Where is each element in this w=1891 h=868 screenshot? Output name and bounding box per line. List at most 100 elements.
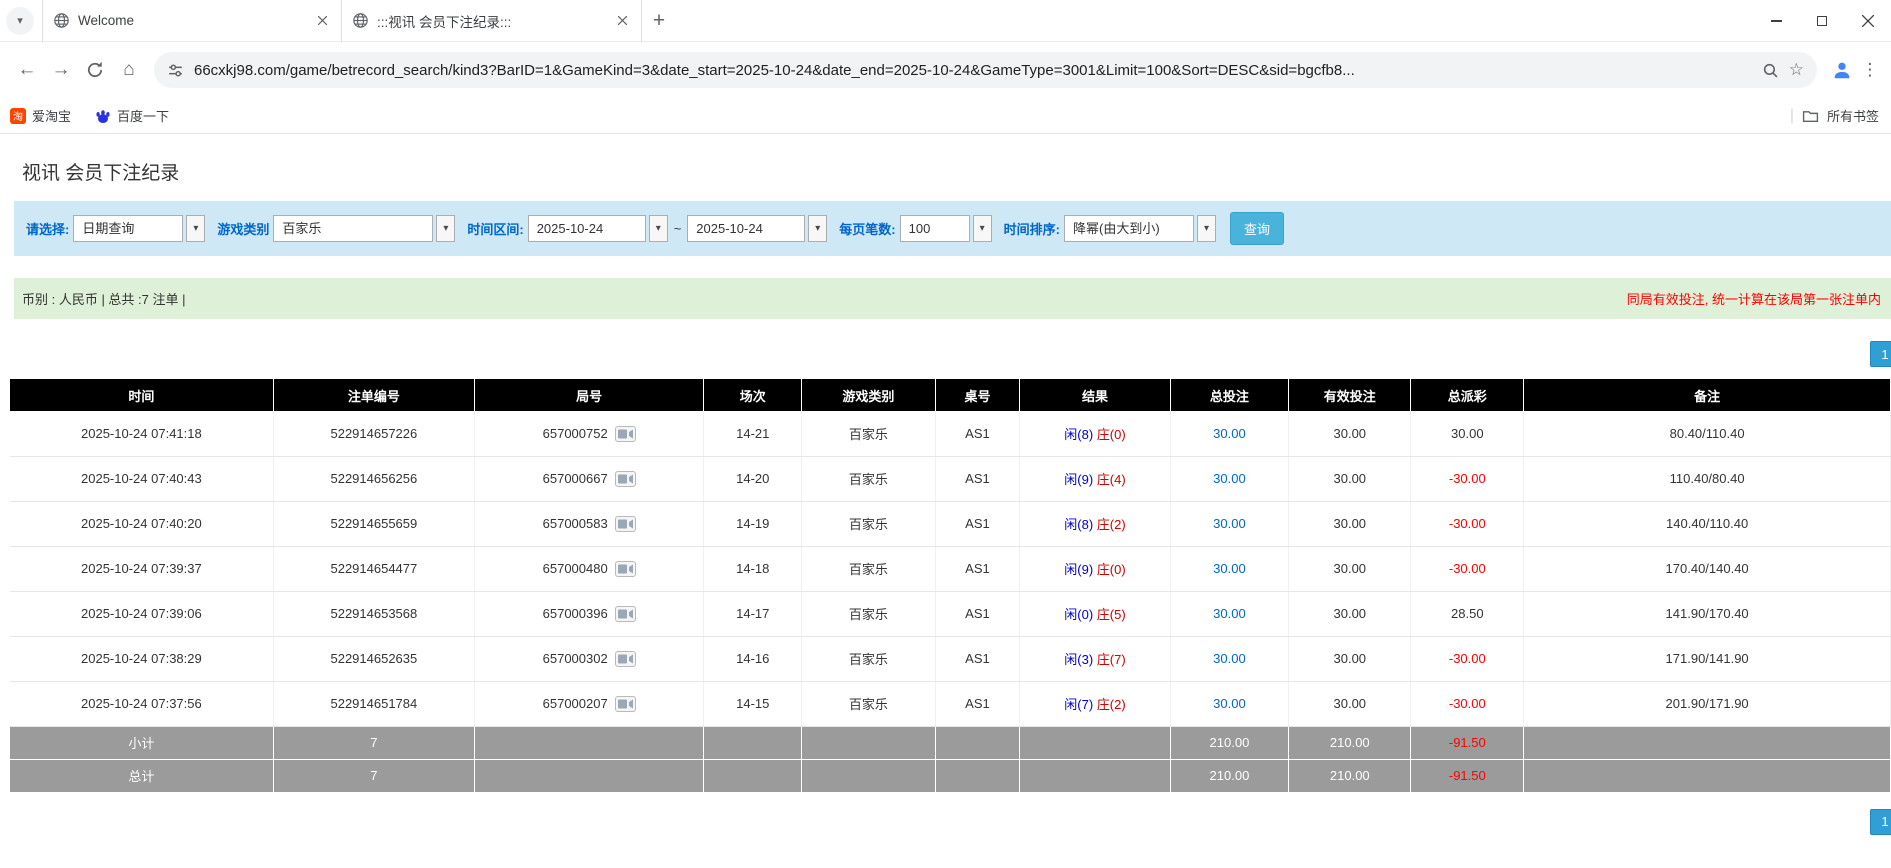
page-1-button[interactable]: 1	[1870, 341, 1891, 367]
round-cell: 657000396	[474, 591, 703, 636]
sort-select[interactable]: 降幂(由大到小) ▾	[1064, 215, 1216, 242]
result-banker: 庄(5)	[1097, 607, 1126, 622]
table-row: 2025-10-24 07:39:37522914654477657000480…	[10, 546, 1891, 591]
summary-empty	[935, 759, 1020, 792]
per-page-value[interactable]: 100	[900, 215, 970, 242]
summary-empty	[1524, 759, 1891, 792]
remark: 80.40/110.40	[1524, 411, 1891, 456]
forward-button[interactable]: →	[44, 53, 78, 87]
summary-valid-bet: 210.00	[1289, 759, 1411, 792]
column-header-9: 总派彩	[1411, 379, 1524, 411]
chevron-down-icon[interactable]: ▾	[436, 215, 455, 242]
bookmarks-right: | 所有书签	[1790, 106, 1881, 125]
chevron-down-icon[interactable]: ▾	[186, 215, 205, 242]
valid-bet: 30.00	[1289, 546, 1411, 591]
home-button[interactable]: ⌂	[112, 53, 146, 87]
chevron-down-icon[interactable]: ▾	[973, 215, 992, 242]
summary-label: 总计	[10, 759, 273, 792]
total-bet-link[interactable]: 30.00	[1170, 456, 1288, 501]
round-number: 657000480	[543, 561, 608, 576]
valid-bet: 30.00	[1289, 681, 1411, 726]
date-start-value[interactable]: 2025-10-24	[528, 215, 646, 242]
bookmark-baidu[interactable]: 百度一下	[95, 106, 169, 125]
table-row: 2025-10-24 07:40:20522914655659657000583…	[10, 501, 1891, 546]
video-replay-icon[interactable]	[615, 606, 636, 622]
chevron-down-icon[interactable]: ▾	[649, 215, 668, 242]
game-type-value[interactable]: 百家乐	[273, 215, 433, 242]
url-text[interactable]: 66cxkj98.com/game/betrecord_search/kind3…	[194, 62, 1752, 79]
video-replay-icon[interactable]	[615, 471, 636, 487]
page-1-button[interactable]: 1	[1870, 809, 1891, 835]
result-banker: 庄(2)	[1097, 697, 1126, 712]
zoom-icon[interactable]	[1762, 62, 1779, 79]
summary-count: 7	[273, 726, 474, 759]
total-bet-link[interactable]: 30.00	[1170, 501, 1288, 546]
video-replay-icon[interactable]	[615, 516, 636, 532]
date-end-select[interactable]: 2025-10-24 ▾	[687, 215, 827, 242]
pagination-bottom: 1	[0, 809, 1891, 835]
date-start-select[interactable]: 2025-10-24 ▾	[528, 215, 668, 242]
summary-valid-bet: 210.00	[1289, 726, 1411, 759]
game-type: 百家乐	[802, 411, 936, 456]
video-replay-icon[interactable]	[615, 651, 636, 667]
bookmark-star-icon[interactable]: ☆	[1789, 60, 1804, 80]
tab-close-icon[interactable]	[314, 12, 331, 29]
date-end-value[interactable]: 2025-10-24	[687, 215, 805, 242]
payout: -30.00	[1411, 681, 1524, 726]
summary-empty	[704, 759, 802, 792]
total-bet-link[interactable]: 30.00	[1170, 546, 1288, 591]
video-replay-icon[interactable]	[615, 426, 636, 442]
result-player: 闲(7)	[1064, 697, 1093, 712]
tab-welcome[interactable]: Welcome	[42, 0, 342, 42]
total-bet-link[interactable]: 30.00	[1170, 636, 1288, 681]
minimize-button[interactable]	[1753, 0, 1799, 42]
tab-search-button[interactable]: ▾	[6, 7, 34, 35]
reload-button[interactable]	[78, 53, 112, 87]
summary-label: 小计	[10, 726, 273, 759]
search-button[interactable]: 查询	[1230, 212, 1284, 245]
summary-empty	[1020, 726, 1170, 759]
browser-menu-icon[interactable]: ⋮	[1859, 60, 1881, 80]
total-bet-link[interactable]: 30.00	[1170, 591, 1288, 636]
site-settings-icon[interactable]	[167, 62, 184, 79]
chevron-down-icon[interactable]: ▾	[808, 215, 827, 242]
column-header-0: 时间	[10, 379, 273, 411]
session: 14-16	[704, 636, 802, 681]
maximize-button[interactable]	[1799, 0, 1845, 42]
bookmark-label: 爱淘宝	[32, 106, 71, 125]
round-cell: 657000667	[474, 456, 703, 501]
sort-value[interactable]: 降幂(由大到小)	[1064, 215, 1194, 242]
table-number: AS1	[935, 591, 1020, 636]
total-bet-link[interactable]: 30.00	[1170, 411, 1288, 456]
game-type-label: 游戏类别	[217, 219, 269, 238]
window-controls	[1753, 0, 1891, 42]
address-bar[interactable]: 66cxkj98.com/game/betrecord_search/kind3…	[154, 52, 1817, 88]
summary-bar: 币别 : 人民币 | 总共 :7 注单 | 同局有效投注, 统一计算在该局第一张…	[14, 278, 1891, 319]
bet-time: 2025-10-24 07:40:20	[10, 501, 273, 546]
tab-title: Welcome	[78, 13, 306, 28]
bookmark-taobao[interactable]: 淘 爱淘宝	[10, 106, 71, 125]
bet-time: 2025-10-24 07:37:56	[10, 681, 273, 726]
total-bet-link[interactable]: 30.00	[1170, 681, 1288, 726]
bet-id: 522914657226	[273, 411, 474, 456]
remark: 141.90/170.40	[1524, 591, 1891, 636]
all-bookmarks-label[interactable]: 所有书签	[1827, 106, 1879, 125]
minimize-icon	[1771, 20, 1782, 22]
video-replay-icon[interactable]	[615, 696, 636, 712]
chevron-down-icon[interactable]: ▾	[1197, 215, 1216, 242]
remark: 110.40/80.40	[1524, 456, 1891, 501]
round-number: 657000583	[543, 516, 608, 531]
profile-avatar-icon[interactable]	[1825, 53, 1859, 87]
query-type-value[interactable]: 日期查询	[73, 215, 183, 242]
tab-close-icon[interactable]	[614, 12, 631, 29]
table-number: AS1	[935, 456, 1020, 501]
new-tab-button[interactable]: +	[642, 4, 676, 38]
tab-betrecord-active[interactable]: :::视讯 会员下注纪录:::	[342, 0, 642, 42]
video-replay-icon[interactable]	[615, 561, 636, 577]
query-type-select[interactable]: 日期查询 ▾	[73, 215, 205, 242]
back-button[interactable]: ←	[10, 53, 44, 87]
close-window-button[interactable]	[1845, 0, 1891, 42]
per-page-select[interactable]: 100 ▾	[900, 215, 992, 242]
filter-bar: 请选择: 日期查询 ▾ 游戏类别 百家乐 ▾ 时间区间: 2025-10-24 …	[14, 201, 1891, 256]
game-type-select[interactable]: 百家乐 ▾	[273, 215, 455, 242]
